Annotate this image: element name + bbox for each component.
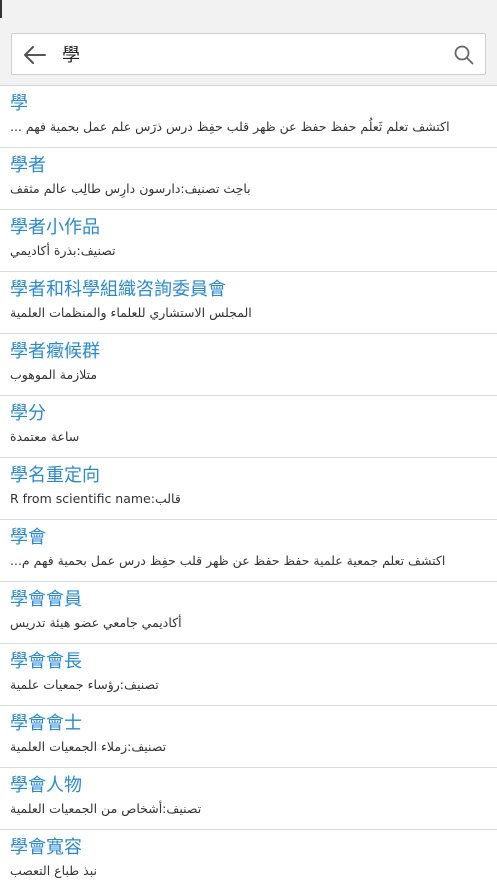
result-term: 學會寬容 (10, 837, 82, 858)
list-item[interactable]: 學 اكتشف تعلم ثَعلُم حفظ حفظ عن ظهر قلب ح… (0, 86, 497, 148)
result-gloss: اكتشف تعلم ثَعلُم حفظ حفظ عن ظهر قلب حفِ… (10, 119, 450, 134)
search-icon (454, 45, 474, 65)
result-gloss: نبذ طباع التعصب (10, 863, 97, 878)
result-gloss: تصنيف:بذرة أكاديمي (10, 243, 116, 258)
result-term: 學會人物 (10, 775, 82, 796)
list-item[interactable]: 學者和科學組織咨詢委員會 المجلس الاستشاري للعلماء وا… (0, 272, 497, 334)
result-term: 學會會員 (10, 589, 82, 610)
result-gloss: المجلس الاستشاري للعلماء والمنظمات العلم… (10, 305, 252, 320)
list-item[interactable]: 學會人物 تصنيف:أشخاص من الجمعيات العلمية (0, 768, 497, 830)
result-gloss: باحِث تصنيف:دارسون دارِس طالِب عالم مثقف (10, 181, 251, 196)
result-term: 學會會士 (10, 713, 82, 734)
list-item[interactable]: 學會 اكتشف تعلم جمعية علمية حفظ حفظ عن ظهر… (0, 520, 497, 582)
result-term: 學分 (10, 403, 46, 424)
back-button[interactable] (20, 40, 50, 70)
result-term: 學者 (10, 155, 46, 176)
search-header (0, 18, 497, 86)
result-term: 學者小作品 (10, 217, 100, 238)
result-gloss: ساعة معتمدة (10, 429, 80, 444)
result-term: 學會 (10, 527, 46, 548)
list-item[interactable]: 學名重定向 R from scientific name:قالب (0, 458, 497, 520)
list-item[interactable]: 學者 باحِث تصنيف:دارسون دارِس طالِب عالم م… (0, 148, 497, 210)
result-term: 學者和科學組織咨詢委員會 (10, 279, 226, 300)
status-bar (0, 0, 497, 18)
search-button[interactable] (449, 40, 479, 70)
arrow-left-icon (24, 46, 46, 64)
result-gloss: R from scientific name:قالب (10, 491, 181, 506)
list-item[interactable]: 學會寬容 نبذ طباع التعصب (0, 830, 497, 883)
result-term: 學會會長 (10, 651, 82, 672)
result-term: 學名重定向 (10, 465, 100, 486)
list-item[interactable]: 學會會長 تصنيف:رؤساء جمعيات علمية (0, 644, 497, 706)
result-term: 學者癥候群 (10, 341, 100, 362)
result-gloss: أكاديمي جامعي عضو هيئة تدريس (10, 615, 182, 630)
list-item[interactable]: 學者小作品 تصنيف:بذرة أكاديمي (0, 210, 497, 272)
result-gloss: تصنيف:أشخاص من الجمعيات العلمية (10, 801, 202, 816)
results-list: 學 اكتشف تعلم ثَعلُم حفظ حفظ عن ظهر قلب ح… (0, 86, 497, 883)
list-item[interactable]: 學分 ساعة معتمدة (0, 396, 497, 458)
result-gloss: اكتشف تعلم جمعية علمية حفظ حفظ عن ظهر قل… (10, 553, 446, 568)
result-gloss: تصنيف:رؤساء جمعيات علمية (10, 677, 159, 692)
result-gloss: متلازمة الموهوب (10, 367, 98, 382)
search-box (11, 33, 486, 75)
result-gloss: تصنيف:زملاء الجمعيات العلمية (10, 739, 167, 754)
search-input[interactable] (62, 38, 442, 70)
result-term: 學 (10, 93, 28, 114)
list-item[interactable]: 學會會員 أكاديمي جامعي عضو هيئة تدريس (0, 582, 497, 644)
list-item[interactable]: 學者癥候群 متلازمة الموهوب (0, 334, 497, 396)
list-item[interactable]: 學會會士 تصنيف:زملاء الجمعيات العلمية (0, 706, 497, 768)
